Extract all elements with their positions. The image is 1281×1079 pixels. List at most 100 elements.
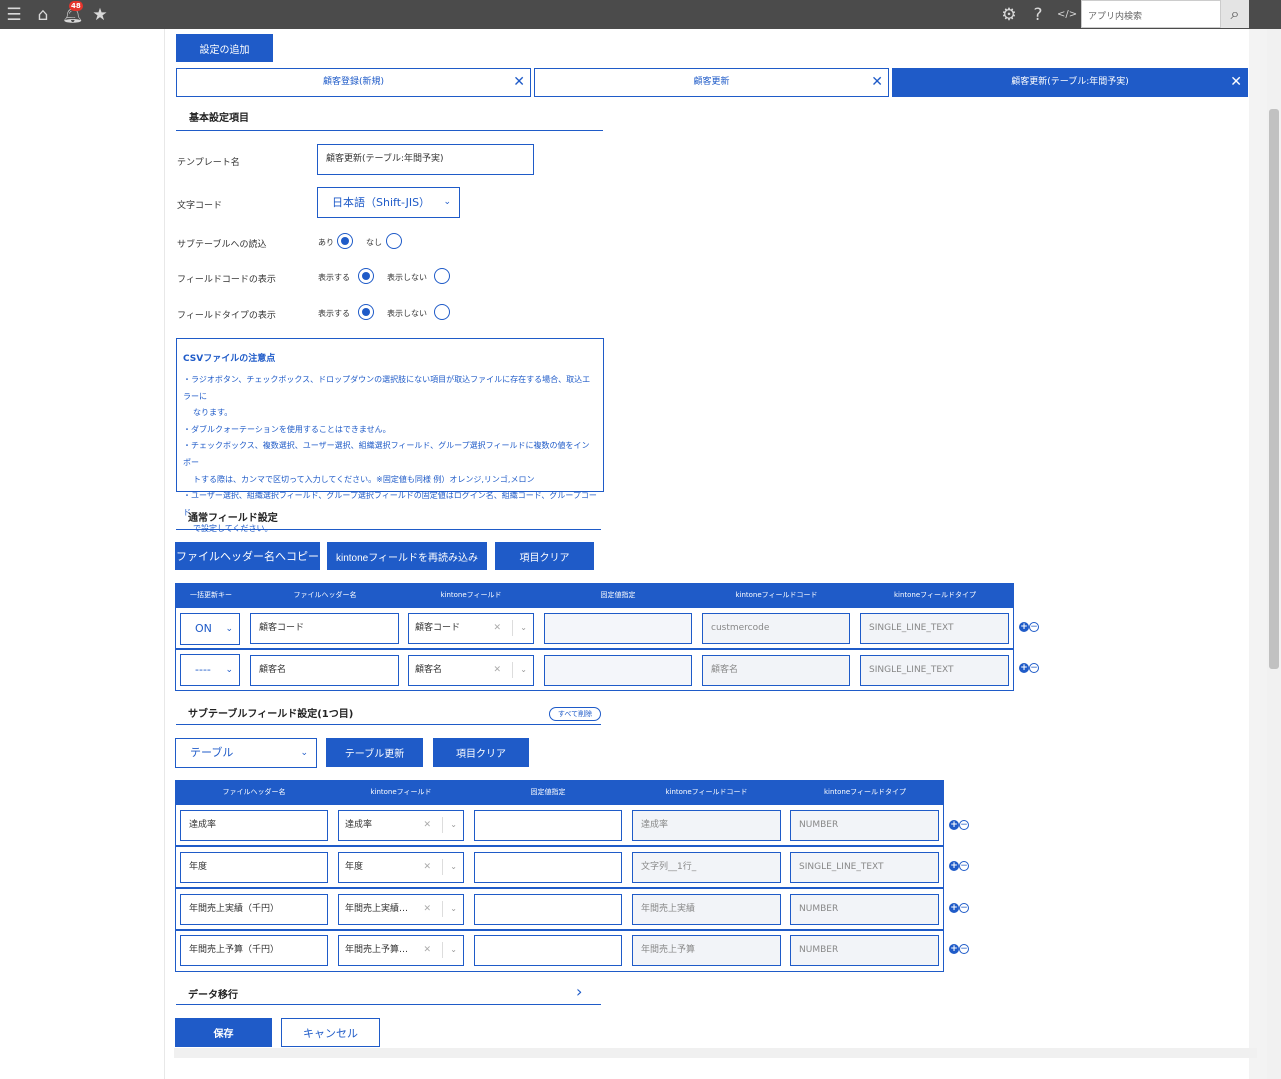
section-divider — [176, 130, 603, 131]
field-code-readonly: 達成率 — [632, 810, 781, 841]
kintone-field-select[interactable]: 年度 ✕ ⌄ — [338, 852, 464, 883]
tab-customer-update[interactable]: 顧客更新 ✕ — [534, 68, 889, 97]
menu-icon[interactable]: ☰ — [4, 5, 24, 25]
template-name-label: テンプレート名 — [177, 158, 240, 168]
star-icon[interactable]: ★ — [90, 5, 110, 25]
clear-icon[interactable]: ✕ — [493, 614, 501, 642]
file-header-input[interactable]: 顧客名 — [250, 655, 399, 686]
remove-row-icon[interactable]: − — [959, 944, 969, 954]
vertical-scrollbar[interactable] — [1267, 29, 1281, 1079]
bulk-key-select[interactable]: ON ⌄ — [180, 613, 240, 645]
copy-to-header-button[interactable]: ファイルヘッダー名へコピー — [175, 542, 320, 570]
tab-customer-update-table[interactable]: 顧客更新(テーブル:年間予実) ✕ — [892, 68, 1248, 97]
add-row-icon[interactable]: + — [949, 820, 959, 830]
save-button[interactable]: 保存 — [175, 1018, 272, 1047]
clear-icon[interactable]: ✕ — [423, 936, 431, 964]
data-migration-title[interactable]: データ移行 — [188, 986, 238, 1001]
clear-items-button[interactable]: 項目クリア — [495, 542, 594, 570]
separator — [512, 662, 513, 678]
close-icon[interactable]: ✕ — [1230, 69, 1242, 96]
charset-label: 文字コード — [177, 201, 223, 211]
close-icon[interactable]: ✕ — [871, 69, 883, 96]
remove-row-icon[interactable]: − — [959, 820, 969, 830]
chevron-right-icon[interactable]: › — [576, 982, 582, 1001]
separator — [442, 942, 443, 958]
file-header-input[interactable]: 達成率 — [180, 810, 328, 841]
app-search-input[interactable]: アプリ内検索 — [1081, 0, 1221, 28]
file-header-input[interactable]: 年間売上実績（千円） — [180, 894, 328, 925]
fixed-value-input[interactable] — [474, 852, 622, 883]
add-setting-button[interactable]: 設定の追加 — [176, 34, 273, 62]
remove-row-icon[interactable]: − — [1029, 663, 1039, 673]
subtable-no-radio[interactable] — [386, 233, 402, 249]
add-row-icon[interactable]: + — [949, 903, 959, 913]
scrollbar-thumb[interactable] — [1269, 109, 1279, 669]
kintone-field-select[interactable]: 年間売上予算… ✕ ⌄ — [338, 935, 464, 966]
add-row-icon[interactable]: + — [949, 861, 959, 871]
table-select[interactable]: テーブル ⌄ — [175, 738, 317, 768]
bulk-key-select[interactable]: ---- ⌄ — [180, 654, 240, 686]
chevron-down-icon: ⌄ — [450, 904, 457, 913]
help-icon[interactable]: ? — [1028, 5, 1048, 25]
home-icon[interactable]: ⌂ — [33, 5, 53, 25]
code-icon[interactable]: </> — [1057, 5, 1077, 25]
fieldtype-show-radio[interactable] — [358, 304, 374, 320]
reload-fields-button[interactable]: kintoneフィールドを再読み込み — [327, 542, 487, 570]
clear-icon[interactable]: ✕ — [493, 656, 501, 684]
fixed-value-input[interactable] — [474, 894, 622, 925]
add-row-icon[interactable]: + — [1019, 622, 1029, 632]
fixed-value-input[interactable] — [474, 810, 622, 841]
subtable-yes-radio[interactable] — [337, 233, 353, 249]
kintone-field-value: 年間売上実績… — [345, 904, 409, 914]
file-header-input[interactable]: 年間売上予算（千円） — [180, 935, 328, 966]
field-type-readonly: SINGLE_LINE_TEXT — [860, 655, 1009, 686]
charset-select[interactable]: 日本語（Shift-JIS） ⌄ — [317, 187, 460, 218]
kintone-field-select[interactable]: 達成率 ✕ ⌄ — [338, 810, 464, 841]
fieldtype-label: フィールドタイプの表示 — [177, 311, 276, 321]
chevron-down-icon: ⌄ — [225, 665, 233, 675]
subtable-fields-title: サブテーブルフィールド設定(1つ目) — [188, 709, 354, 720]
subtable-clear-button[interactable]: 項目クリア — [433, 738, 529, 767]
fieldtype-hide-radio[interactable] — [434, 304, 450, 320]
file-header-input[interactable]: 顧客コード — [250, 613, 399, 644]
kintone-field-select[interactable]: 顧客名 ✕ ⌄ — [408, 655, 534, 686]
col-file-header: ファイルヘッダー名 — [247, 583, 403, 607]
fixed-value-input[interactable] — [544, 655, 692, 686]
clear-icon[interactable]: ✕ — [423, 811, 431, 839]
close-icon[interactable]: ✕ — [513, 69, 525, 96]
remove-row-icon[interactable]: − — [959, 861, 969, 871]
gear-icon[interactable]: ⚙ — [999, 5, 1019, 25]
kintone-field-select[interactable]: 年間売上実績… ✕ ⌄ — [338, 894, 464, 925]
add-row-icon[interactable]: + — [949, 944, 959, 954]
fieldcode-hide-radio[interactable] — [434, 268, 450, 284]
delete-all-button[interactable]: すべて削除 — [549, 707, 601, 721]
fieldcode-show-radio[interactable] — [358, 268, 374, 284]
file-header-input[interactable]: 年度 — [180, 852, 328, 883]
kintone-field-value: 顧客コード — [415, 623, 461, 633]
clear-icon[interactable]: ✕ — [423, 895, 431, 923]
section-divider — [176, 529, 601, 530]
cancel-button[interactable]: キャンセル — [281, 1018, 380, 1047]
tab-label: 顧客更新(テーブル:年間予実) — [1011, 77, 1129, 87]
col-fixed-value: 固定値指定 — [539, 583, 697, 607]
kintone-field-select[interactable]: 顧客コード ✕ ⌄ — [408, 613, 534, 644]
csv-notice-title: CSVファイルの注意点 — [183, 354, 276, 364]
clear-icon[interactable]: ✕ — [423, 853, 431, 881]
add-row-icon[interactable]: + — [1019, 663, 1029, 673]
search-icon[interactable]: ⌕ — [1221, 0, 1249, 28]
fixed-value-input[interactable] — [474, 935, 622, 966]
remove-row-icon[interactable]: − — [959, 903, 969, 913]
remove-row-icon[interactable]: − — [1029, 622, 1039, 632]
fieldtype-hide-label: 表示しない — [387, 309, 427, 318]
tab-customer-register[interactable]: 顧客登録(新規) ✕ — [176, 68, 531, 97]
notice-line: ・ラジオボタン、チェックボックス、ドロップダウンの選択肢にない項目が取込ファイル… — [183, 375, 591, 401]
table-update-button[interactable]: テーブル更新 — [326, 738, 423, 767]
col-bulk-key: 一括更新キー — [175, 583, 247, 607]
fixed-value-input[interactable] — [544, 613, 692, 644]
field-type-readonly: NUMBER — [790, 935, 939, 966]
horizontal-scrollbar[interactable] — [174, 1048, 1257, 1058]
col-field-code: kintoneフィールドコード — [627, 780, 786, 804]
col-field-type: kintoneフィールドタイプ — [786, 780, 944, 804]
notice-line: ・ダブルクォーテーションを使用することはできません。 — [183, 424, 391, 434]
template-name-input[interactable]: 顧客更新(テーブル:年間予実) — [317, 144, 534, 175]
